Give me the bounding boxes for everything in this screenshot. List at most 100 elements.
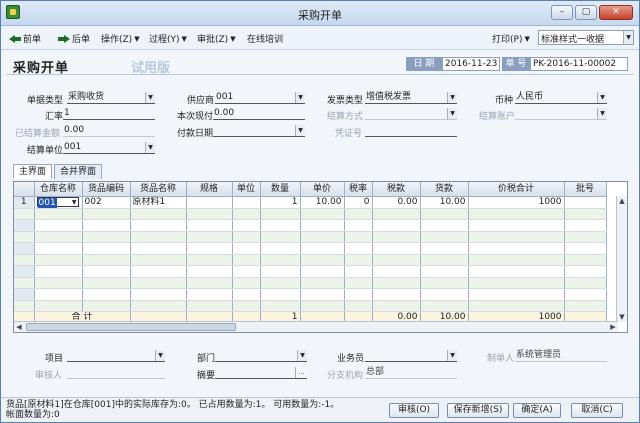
tab-merge[interactable]: 合并界面 — [54, 164, 103, 179]
table-row[interactable] — [14, 300, 607, 312]
operation-menu[interactable]: 操作(Z) ▼ — [101, 32, 140, 46]
table-row[interactable] — [14, 219, 607, 232]
col-unit[interactable]: 单位 — [232, 182, 261, 197]
col-code[interactable]: 货品编码 — [82, 182, 131, 197]
cell-total[interactable]: 1000 — [468, 196, 565, 209]
cell-name[interactable]: 原材料1 — [130, 196, 187, 209]
col-tax-rate[interactable]: 税率 — [344, 182, 373, 197]
print-style-select[interactable]: 标准样式一收据 ▼ — [538, 30, 634, 45]
items-grid: 仓库名称 货品编码 货品名称 规格 单位 数量 单价 税率 税款 货款 价税合计… — [13, 181, 628, 333]
cell-unit[interactable] — [232, 196, 261, 209]
rate-field[interactable]: 1 — [63, 108, 155, 120]
settle-method-select[interactable]: ▼ — [365, 108, 457, 120]
table-row[interactable] — [14, 265, 607, 278]
table-row[interactable] — [14, 254, 607, 266]
doc-no-field[interactable]: PK-2016-11-00002 — [530, 57, 628, 71]
col-spec[interactable]: 规格 — [186, 182, 233, 197]
cell-amount[interactable]: 10.00 — [420, 196, 469, 209]
ok-button[interactable]: 确定(A) — [513, 403, 561, 418]
scroll-up-icon[interactable]: ▲ — [617, 196, 627, 206]
approve-menu[interactable]: 审批(Z) ▼ — [197, 32, 236, 46]
salesman-select[interactable]: ▼ — [365, 350, 457, 362]
table-row[interactable]: 1 001 002 原材料1 1 10.00 0 0.00 10.00 1000 — [14, 196, 607, 209]
table-row[interactable] — [14, 208, 607, 220]
settle-unit-value: 001 — [64, 142, 82, 152]
settle-unit-label: 结算单位 — [27, 146, 64, 156]
col-price[interactable]: 单价 — [300, 182, 345, 197]
scroll-thumb[interactable] — [26, 323, 236, 331]
date-field[interactable]: 2016-11-23 — [442, 57, 500, 71]
col-name[interactable]: 货品名称 — [130, 182, 187, 197]
settle-unit-select[interactable]: 001 ▼ — [63, 142, 155, 154]
minimize-button[interactable]: – — [551, 5, 573, 20]
cell-qty[interactable]: 1 — [260, 196, 301, 209]
date-label: 日 期 — [406, 57, 442, 71]
training-button[interactable]: 在线培训 — [247, 32, 283, 45]
chevron-down-icon: ▼ — [155, 350, 165, 361]
invoice-type-select[interactable]: 增值税发票 ▼ — [365, 92, 457, 104]
cell-price[interactable]: 10.00 — [300, 196, 345, 209]
summary-field[interactable]: … — [215, 367, 307, 379]
col-total[interactable]: 价税合计 — [468, 182, 565, 197]
cancel-button[interactable]: 取消(C) — [571, 403, 623, 418]
maker-label: 制单人 — [487, 354, 515, 364]
print-menu[interactable]: 打印(P) ▼ — [492, 32, 530, 46]
cell-code[interactable]: 002 — [82, 196, 131, 209]
chevron-down-icon: ▼ — [181, 34, 187, 43]
cell-tax-rate[interactable]: 0 — [344, 196, 373, 209]
chevron-down-icon: ▼ — [623, 31, 633, 44]
scroll-left-icon[interactable]: ◀ — [14, 322, 24, 332]
cell-batch[interactable] — [564, 196, 607, 209]
scroll-right-icon[interactable]: ▶ — [608, 322, 618, 332]
summary-label: 摘要 — [197, 371, 216, 381]
col-warehouse[interactable]: 仓库名称 — [34, 182, 83, 197]
stock-status-line1: 货品[原材料1]在仓库[001]中的实际库存为:0。 已占用数量为:1。 可用数… — [6, 400, 340, 410]
settle-account-select[interactable]: ▼ — [515, 108, 607, 120]
voucher-label: 凭证号 — [335, 129, 363, 139]
maximize-button[interactable]: ▢ — [575, 5, 597, 20]
save-new-button[interactable]: 保存新增(S) — [447, 403, 509, 418]
review-button[interactable]: 审核(O) — [389, 403, 439, 418]
cell-tax[interactable]: 0.00 — [372, 196, 421, 209]
rate-label: 汇率 — [45, 112, 64, 122]
currency-select[interactable]: 人民币 ▼ — [515, 92, 607, 104]
arrow-left-icon — [9, 34, 21, 44]
chevron-down-icon: ▼ — [134, 34, 140, 43]
supplier-select[interactable]: 001 ▼ — [215, 92, 305, 104]
prev-button[interactable]: 前单 — [9, 32, 41, 45]
doc-type-select[interactable]: 采购收货 ▼ — [67, 92, 155, 104]
items-table: 仓库名称 货品编码 货品名称 规格 单位 数量 单价 税率 税款 货款 价税合计… — [14, 182, 607, 324]
title-bar: 采购开单 – ▢ ✕ — [1, 1, 639, 26]
cell-spec[interactable] — [186, 196, 233, 209]
horizontal-scrollbar[interactable]: ◀ ▶ — [14, 321, 618, 332]
scroll-down-icon[interactable]: ▼ — [617, 312, 627, 322]
pay-date-select[interactable]: ▼ — [213, 125, 305, 137]
paid-field[interactable]: 0.00 — [213, 108, 305, 120]
chevron-down-icon: ▼ — [597, 92, 607, 103]
chevron-down-icon: ▼ — [145, 142, 155, 153]
ellipsis-icon[interactable]: … — [295, 367, 307, 378]
next-button[interactable]: 后单 — [58, 32, 90, 45]
table-row[interactable] — [14, 277, 607, 289]
col-tax[interactable]: 税款 — [372, 182, 421, 197]
process-menu[interactable]: 过程(Y) ▼ — [149, 32, 187, 46]
project-select[interactable]: ▼ — [67, 350, 165, 362]
table-row[interactable] — [14, 288, 607, 301]
dept-select[interactable]: ▼ — [215, 350, 307, 362]
warehouse-dropdown[interactable]: 001 — [36, 196, 79, 207]
table-row[interactable] — [14, 242, 607, 255]
vertical-scrollbar[interactable]: ▲ ▼ — [616, 196, 627, 322]
close-button[interactable]: ✕ — [599, 5, 633, 20]
col-qty[interactable]: 数量 — [260, 182, 301, 197]
col-batch[interactable]: 批号 — [564, 182, 607, 197]
supplier-value: 001 — [216, 92, 234, 102]
col-amount[interactable]: 货款 — [420, 182, 469, 197]
table-row[interactable] — [14, 231, 607, 243]
doc-no-label: 单 号 — [502, 57, 530, 71]
voucher-field[interactable] — [365, 125, 457, 137]
project-label: 项目 — [45, 354, 64, 364]
operation-label: 操作(Z) — [101, 35, 133, 45]
cell-warehouse[interactable]: 001 — [34, 196, 83, 209]
chevron-down-icon: ▼ — [295, 125, 305, 136]
tab-main[interactable]: 主界面 — [13, 164, 53, 179]
